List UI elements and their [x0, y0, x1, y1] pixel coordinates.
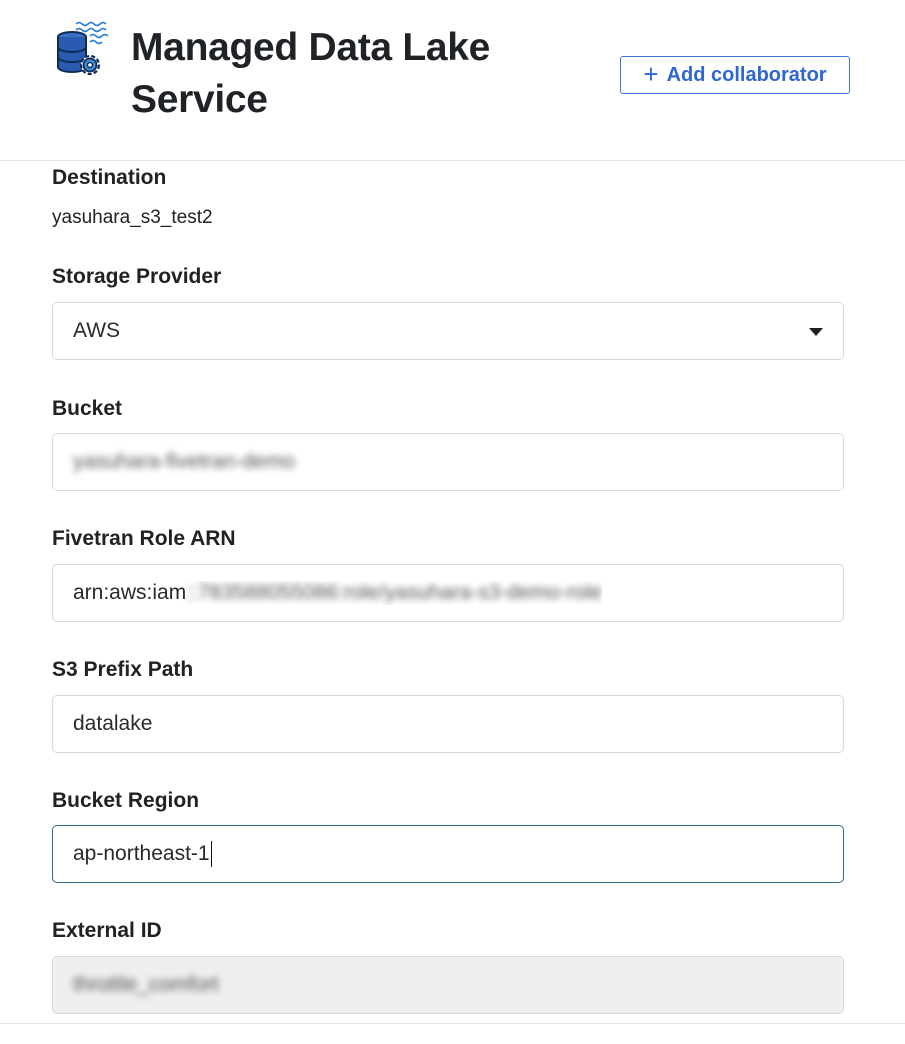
s3-prefix-path-value: datalake: [73, 712, 153, 735]
s3-prefix-path-input[interactable]: datalake: [52, 695, 844, 753]
bucket-value-redacted: yasuhara-fivetran-demo: [73, 450, 295, 473]
storage-provider-value: AWS: [73, 319, 121, 342]
add-collaborator-label: Add collaborator: [666, 63, 827, 86]
bucket-input[interactable]: yasuhara-fivetran-demo: [52, 433, 844, 491]
add-collaborator-button[interactable]: + Add collaborator: [620, 56, 850, 94]
data-lake-service-icon: [57, 21, 109, 76]
external-id-label: External ID: [52, 919, 162, 942]
page-title: Managed Data Lake Service: [131, 26, 491, 121]
bucket-region-value: ap-northeast-1: [73, 842, 210, 865]
role-arn-prefix: arn:aws:iam: [73, 581, 187, 604]
role-arn-redacted: ::783588055086:role/yasuhara-s3-demo-rol…: [186, 581, 602, 604]
role-arn-label: Fivetran Role ARN: [52, 527, 236, 550]
plus-icon: +: [643, 59, 659, 89]
role-arn-input[interactable]: arn:aws:iam ::783588055086:role/yasuhara…: [52, 564, 844, 622]
text-cursor: [210, 841, 212, 867]
bucket-region-input[interactable]: ap-northeast-1: [52, 825, 844, 883]
external-id-input[interactable]: throttle_comfort: [52, 956, 844, 1014]
storage-provider-select[interactable]: AWS: [52, 302, 844, 360]
destination-label: Destination: [52, 166, 167, 189]
external-id-value-redacted: throttle_comfort: [73, 973, 219, 996]
storage-provider-label: Storage Provider: [52, 265, 222, 288]
bottom-divider: [0, 1023, 905, 1024]
bucket-region-label: Bucket Region: [52, 789, 200, 812]
bucket-label: Bucket: [52, 397, 123, 420]
chevron-down-icon: [809, 328, 823, 336]
page-header: Managed Data Lake Service + Add collabor…: [0, 0, 905, 161]
destination-value: yasuhara_s3_test2: [52, 207, 213, 228]
s3-prefix-path-label: S3 Prefix Path: [52, 658, 194, 681]
